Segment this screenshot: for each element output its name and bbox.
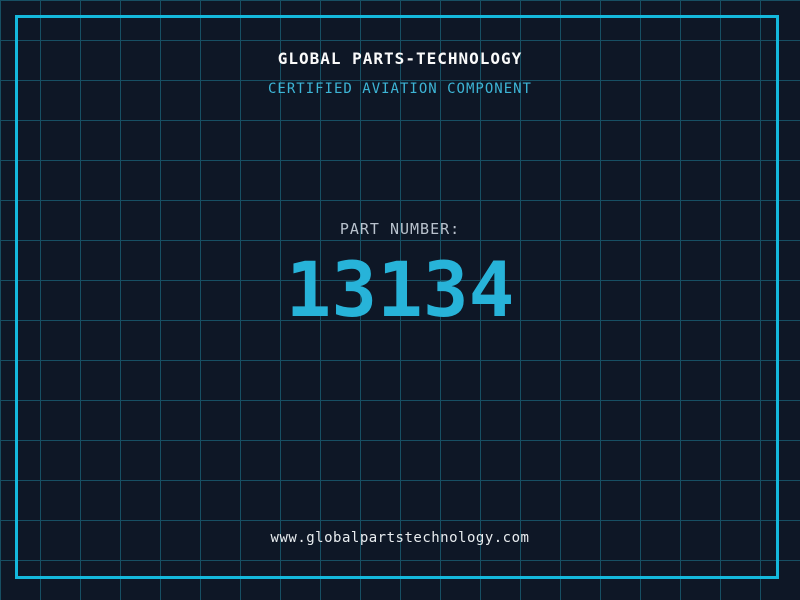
page-title: GLOBAL PARTS-TECHNOLOGY (0, 49, 800, 68)
part-number-label: PART NUMBER: (0, 220, 800, 238)
page-subtitle: CERTIFIED AVIATION COMPONENT (0, 81, 800, 97)
blueprint-grid-background: GLOBAL PARTS-TECHNOLOGY CERTIFIED AVIATI… (0, 0, 800, 600)
part-number-value: 13134 (0, 252, 800, 328)
website-url: www.globalpartstechnology.com (0, 530, 800, 546)
